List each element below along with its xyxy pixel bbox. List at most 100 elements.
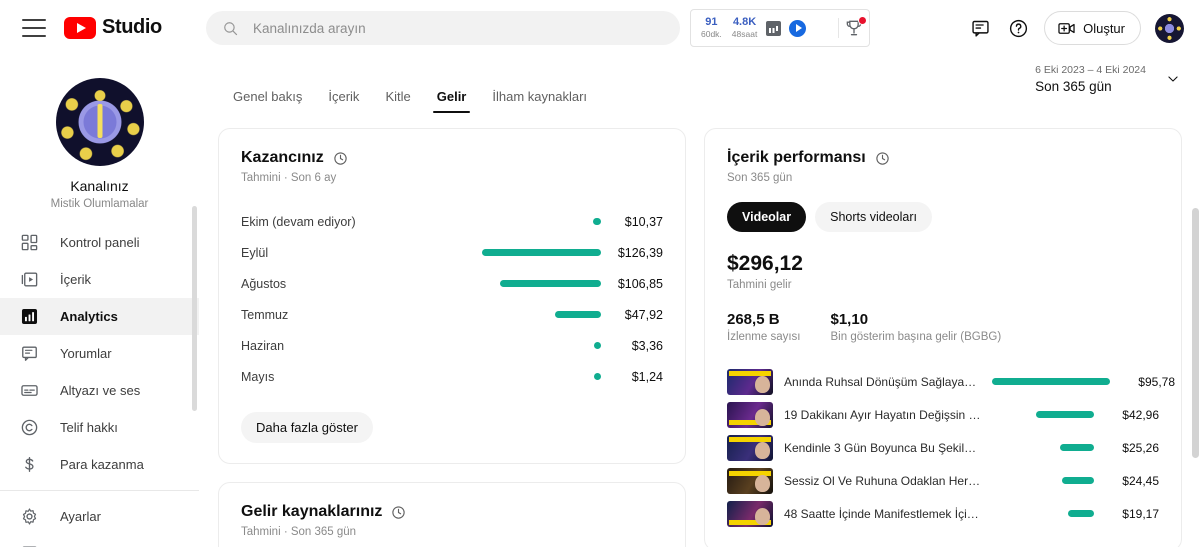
main-scrollbar-thumb[interactable] [1192, 208, 1199, 458]
account-avatar[interactable] [1155, 13, 1184, 43]
video-bar-track [992, 411, 1100, 418]
clock-icon[interactable] [875, 151, 890, 166]
content-performance-header: İçerik performansı [727, 149, 1159, 167]
video-bar-track [992, 477, 1100, 484]
earnings-row[interactable]: Mayıs $1,24 [241, 361, 663, 392]
video-row[interactable]: Anında Ruhsal Dönüşüm Sağlayan Kelim... … [727, 365, 1175, 398]
trophy-icon[interactable] [844, 16, 868, 38]
video-title: Kendinle 3 Gün Boyunca Bu Şekilde Konu..… [784, 440, 981, 455]
copyright-icon [18, 417, 40, 439]
video-row[interactable]: Sessiz Ol Ve Ruhuna Odaklan Her şey Sa..… [727, 464, 1159, 497]
sidebar-item-geri-bildirim[interactable]: Geri bildirim gönder [0, 535, 199, 547]
tab-ilham-kaynaklari[interactable]: İlham kaynakları [479, 89, 600, 113]
metric-rpm-label: Bin gösterim başına gelir (BGBG) [830, 331, 1002, 343]
video-amount: $24,45 [1122, 473, 1159, 488]
earnings-bar [555, 311, 601, 318]
content-icon [18, 269, 40, 291]
notification-badge [858, 16, 868, 25]
sidebar-item-ayarlar[interactable]: Ayarlar [0, 498, 199, 535]
video-amount: $19,17 [1122, 506, 1159, 521]
estimated-revenue-value: $296,12 [727, 252, 803, 275]
create-button[interactable]: Oluştur [1044, 11, 1141, 45]
sidebar-item-label: Telif hakkı [60, 420, 118, 435]
video-bar [1036, 411, 1094, 418]
clock-icon[interactable] [391, 505, 406, 520]
monetization-icon [18, 454, 40, 476]
segment-shorts-videolari[interactable]: Shorts videoları [815, 202, 932, 232]
video-thumbnail [727, 368, 773, 395]
youtube-studio-analytics-page: Studio 91 60dk. 4.8K 48saat [0, 0, 1200, 547]
bar-chart-icon[interactable] [766, 20, 782, 36]
video-row[interactable]: Kendinle 3 Gün Boyunca Bu Şekilde Konu..… [727, 431, 1159, 464]
clock-icon[interactable] [333, 151, 348, 166]
youtube-play-icon [64, 16, 96, 39]
earnings-row[interactable]: Eylül $126,39 [241, 237, 663, 268]
comments-icon [18, 343, 40, 365]
channel-avatar[interactable] [55, 78, 144, 166]
comment-icon[interactable] [968, 16, 992, 40]
tab-icerik[interactable]: İçerik [315, 89, 372, 113]
search-input[interactable] [253, 20, 633, 36]
sidebar-item-yorumlar[interactable]: Yorumlar [0, 335, 199, 372]
search-bar[interactable] [206, 11, 680, 45]
stat-48saat[interactable]: 4.8K 48saat [727, 17, 763, 39]
sidebar-item-telif-hakki[interactable]: Telif hakkı [0, 409, 199, 446]
earnings-amount: $10,37 [624, 214, 663, 229]
sidebar-item-label: Para kazanma [60, 457, 144, 472]
earnings-card-header: Kazancınız [241, 149, 663, 167]
hamburger-icon[interactable] [22, 18, 46, 37]
sidebar-item-analytics[interactable]: Analytics [0, 298, 199, 335]
metric-views-label: İzlenme sayısı [727, 331, 801, 343]
earnings-amount: $3,36 [631, 338, 663, 353]
analytics-canvas: Daha fazla göster Kazancınız [200, 58, 1200, 547]
search-icon [224, 21, 238, 35]
tab-genel-bakis[interactable]: Genel bakış [220, 89, 315, 113]
content-type-segments: Videolar Shorts videoları [727, 202, 1159, 232]
date-range-selector[interactable]: 6 Eki 2023 – 4 Eki 2024 Son 365 gün [1035, 64, 1180, 94]
earnings-row[interactable]: Haziran $3,36 [241, 330, 663, 361]
content-performance-title: İçerik performansı [727, 149, 866, 166]
video-row[interactable]: 19 Dakikanı Ayır Hayatın Değişsin | " Jo… [727, 398, 1159, 431]
help-icon[interactable] [1006, 16, 1030, 40]
play-circle-icon[interactable] [789, 19, 807, 37]
stat-60dk-value: 91 [705, 16, 718, 29]
video-row[interactable]: 48 Saatte İçinde Manifestlemek İçin Bun.… [727, 497, 1159, 530]
earnings-month: Temmuz [241, 307, 289, 322]
earnings-row[interactable]: Ekim (devam ediyor) $10,37 [241, 206, 663, 237]
studio-logo[interactable]: Studio [64, 16, 162, 39]
earnings-card-title: Kazancınız [241, 149, 324, 166]
list-icon[interactable] [814, 23, 829, 34]
video-title: Sessiz Ol Ve Ruhuna Odaklan Her şey Sa..… [784, 473, 981, 488]
sidebar-item-kontrol-paneli[interactable]: Kontrol paneli [0, 224, 199, 261]
segment-videolar[interactable]: Videolar [727, 202, 807, 232]
sidebar-item-para-kazanma[interactable]: Para kazanma [0, 446, 199, 483]
earnings-row[interactable]: Ağustos $106,85 [241, 268, 663, 299]
metric-rpm-value: $1,10 [830, 311, 869, 328]
stat-60dk[interactable]: 91 60dk. [696, 16, 727, 39]
earnings-bar-track [391, 280, 607, 287]
revenue-sources-header: Gelir kaynaklarınız [241, 503, 663, 521]
earnings-amount: $126,39 [617, 245, 663, 260]
video-thumbnail [727, 467, 773, 494]
sidebar-item-icerik[interactable]: İçerik [0, 261, 199, 298]
main-scrollbar[interactable] [1192, 113, 1199, 547]
metric-rpm: $1,10 Bin gösterim başına gelir (BGBG) [831, 311, 1002, 343]
analytics-scroll-area: Daha fazla göster Kazancınız [200, 58, 1200, 547]
sidebar-item-label: Analytics [60, 309, 118, 324]
video-bar-track [992, 444, 1100, 451]
revenue-sources-card: Gelir kaynaklarınız Tahmini · Son 365 gü… [218, 482, 686, 547]
tab-kitle[interactable]: Kitle [372, 89, 423, 113]
sidebar-divider [0, 490, 199, 491]
earnings-show-more-button[interactable]: Daha fazla göster [241, 412, 373, 443]
video-bar [1060, 444, 1094, 451]
sidebar-scrollbar[interactable] [192, 206, 197, 411]
earnings-row[interactable]: Temmuz $47,92 [241, 299, 663, 330]
channel-subtitle: Mistik Olumlamalar [50, 198, 149, 210]
sidebar-item-altyazi-ve-ses[interactable]: Altyazı ve ses [0, 372, 199, 409]
chevron-down-icon [1168, 76, 1178, 82]
earnings-amount: $106,85 [617, 276, 663, 291]
left-column: Daha fazla göster Kazancınız [218, 58, 686, 547]
tab-gelir[interactable]: Gelir [424, 89, 480, 113]
earnings-month: Mayıs [241, 369, 275, 384]
sidebar-item-label: Yorumlar [60, 346, 112, 361]
